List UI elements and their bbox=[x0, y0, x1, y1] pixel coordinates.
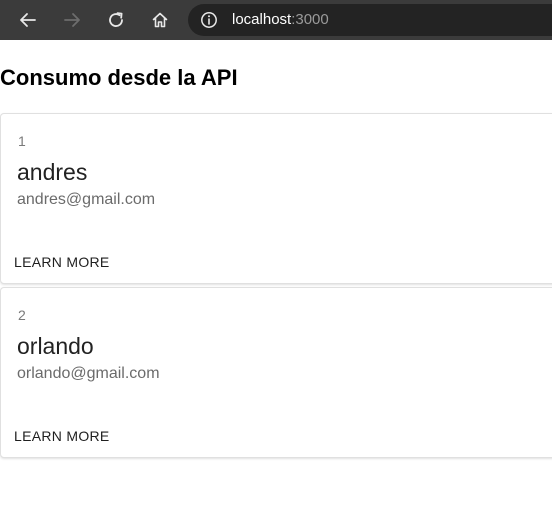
reload-icon bbox=[109, 12, 123, 27]
url-port: :3000 bbox=[291, 11, 329, 28]
page-title: Consumo desde la API bbox=[0, 65, 238, 90]
home-button[interactable] bbox=[144, 4, 176, 36]
browser-toolbar: localhost:3000 bbox=[0, 0, 552, 40]
forward-button[interactable] bbox=[56, 4, 88, 36]
back-button[interactable] bbox=[12, 4, 44, 36]
home-icon bbox=[152, 12, 168, 28]
forward-arrow-icon bbox=[64, 13, 80, 27]
user-id: 2 bbox=[18, 307, 26, 323]
user-name: orlando bbox=[17, 333, 94, 359]
url-text: localhost:3000 bbox=[232, 10, 329, 30]
user-card: 1 andres andres@gmail.com LEARN MORE bbox=[0, 113, 552, 284]
user-name: andres bbox=[17, 159, 88, 185]
back-arrow-icon bbox=[20, 13, 36, 27]
address-bar[interactable]: localhost:3000 bbox=[188, 4, 552, 36]
user-email: andres@gmail.com bbox=[17, 191, 156, 208]
info-icon[interactable] bbox=[200, 11, 218, 29]
learn-more-button[interactable]: LEARN MORE bbox=[7, 246, 117, 278]
user-email: orlando@gmail.com bbox=[17, 365, 160, 382]
learn-more-button[interactable]: LEARN MORE bbox=[7, 420, 117, 452]
user-id: 1 bbox=[18, 133, 26, 149]
reload-button[interactable] bbox=[100, 4, 132, 36]
user-card: 2 orlando orlando@gmail.com LEARN MORE bbox=[0, 287, 552, 458]
url-host: localhost bbox=[232, 11, 292, 28]
